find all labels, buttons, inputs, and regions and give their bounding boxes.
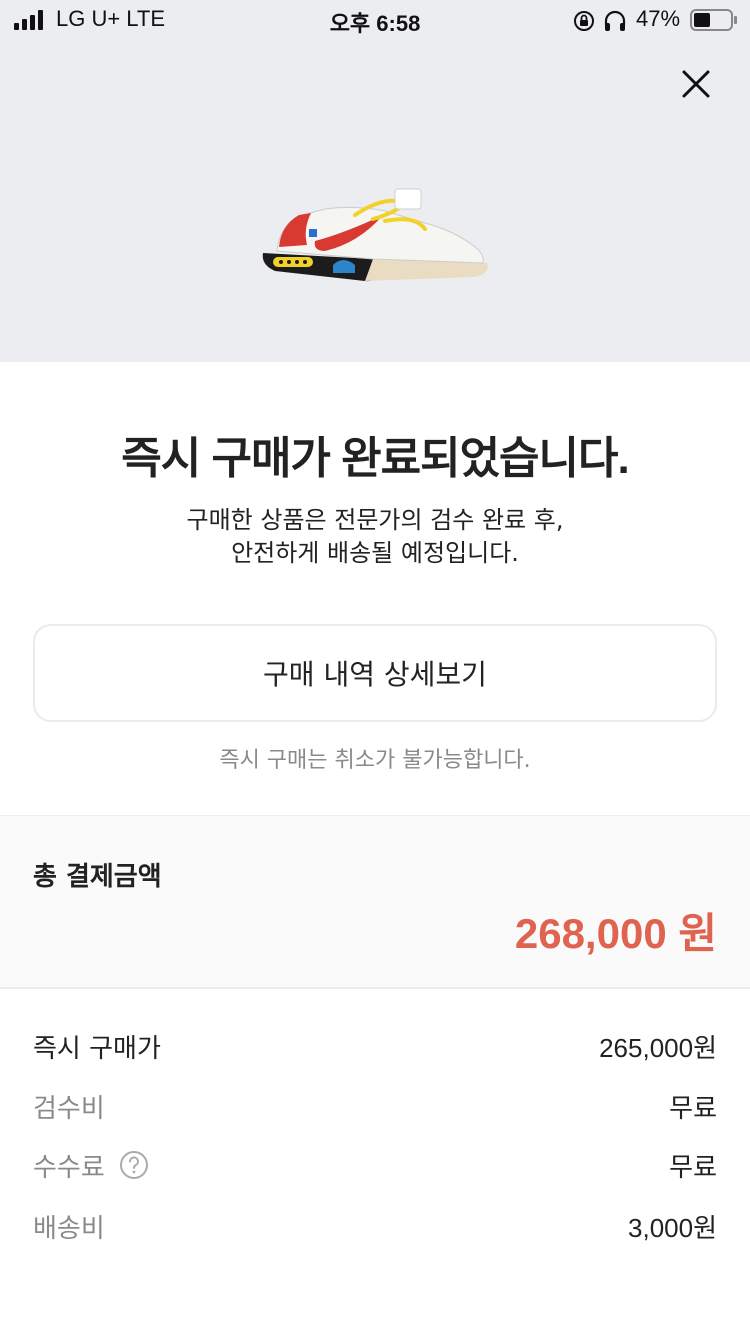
- battery-icon: [690, 9, 737, 31]
- price-row-value: 265,000원: [599, 1032, 717, 1063]
- view-purchase-details-button[interactable]: 구매 내역 상세보기: [33, 624, 717, 722]
- status-bar: LG U+ LTE 오후 6:58 47%: [0, 0, 750, 40]
- total-payment-section: 총 결제금액 268,000 원: [0, 815, 750, 989]
- sneaker-image: [262, 188, 488, 282]
- commission-fee-row: 수수료 무료: [33, 1145, 717, 1185]
- inspection-fee-label: 검수비: [33, 1093, 105, 1124]
- shipping-fee-label: 배송비: [33, 1213, 105, 1244]
- price-row: 즉시 구매가 265,000원: [33, 1026, 717, 1066]
- inspection-fee-row: 검수비 무료: [33, 1086, 717, 1126]
- battery-percent: 47%: [636, 6, 681, 31]
- cancel-notice: 즉시 구매는 취소가 불가능합니다.: [219, 748, 531, 773]
- total-payment-amount: 268,000 원: [514, 910, 717, 957]
- close-icon[interactable]: [676, 64, 716, 104]
- page-title: 즉시 구매가 완료되었습니다.: [121, 434, 629, 483]
- description-line-1: 구매한 상품은 전문가의 검수 완료 후,: [186, 506, 564, 534]
- commission-fee-label: 수수료: [33, 1152, 105, 1183]
- price-row-label: 즉시 구매가: [33, 1033, 161, 1064]
- total-payment-label: 총 결제금액: [33, 862, 162, 892]
- commission-fee-value: 무료: [669, 1151, 717, 1182]
- shipping-fee-value: 3,000원: [628, 1212, 717, 1243]
- description-line-2: 안전하게 배송될 예정입니다.: [231, 539, 519, 567]
- shipping-fee-row: 배송비 3,000원: [33, 1206, 717, 1246]
- inspection-fee-value: 무료: [669, 1092, 717, 1123]
- product-hero: [0, 40, 750, 362]
- headphones-icon: [604, 10, 626, 31]
- question-circle-icon[interactable]: [119, 1150, 149, 1180]
- commission-fee-label-wrap: 수수료: [33, 1147, 149, 1184]
- orientation-lock-icon: [574, 11, 594, 31]
